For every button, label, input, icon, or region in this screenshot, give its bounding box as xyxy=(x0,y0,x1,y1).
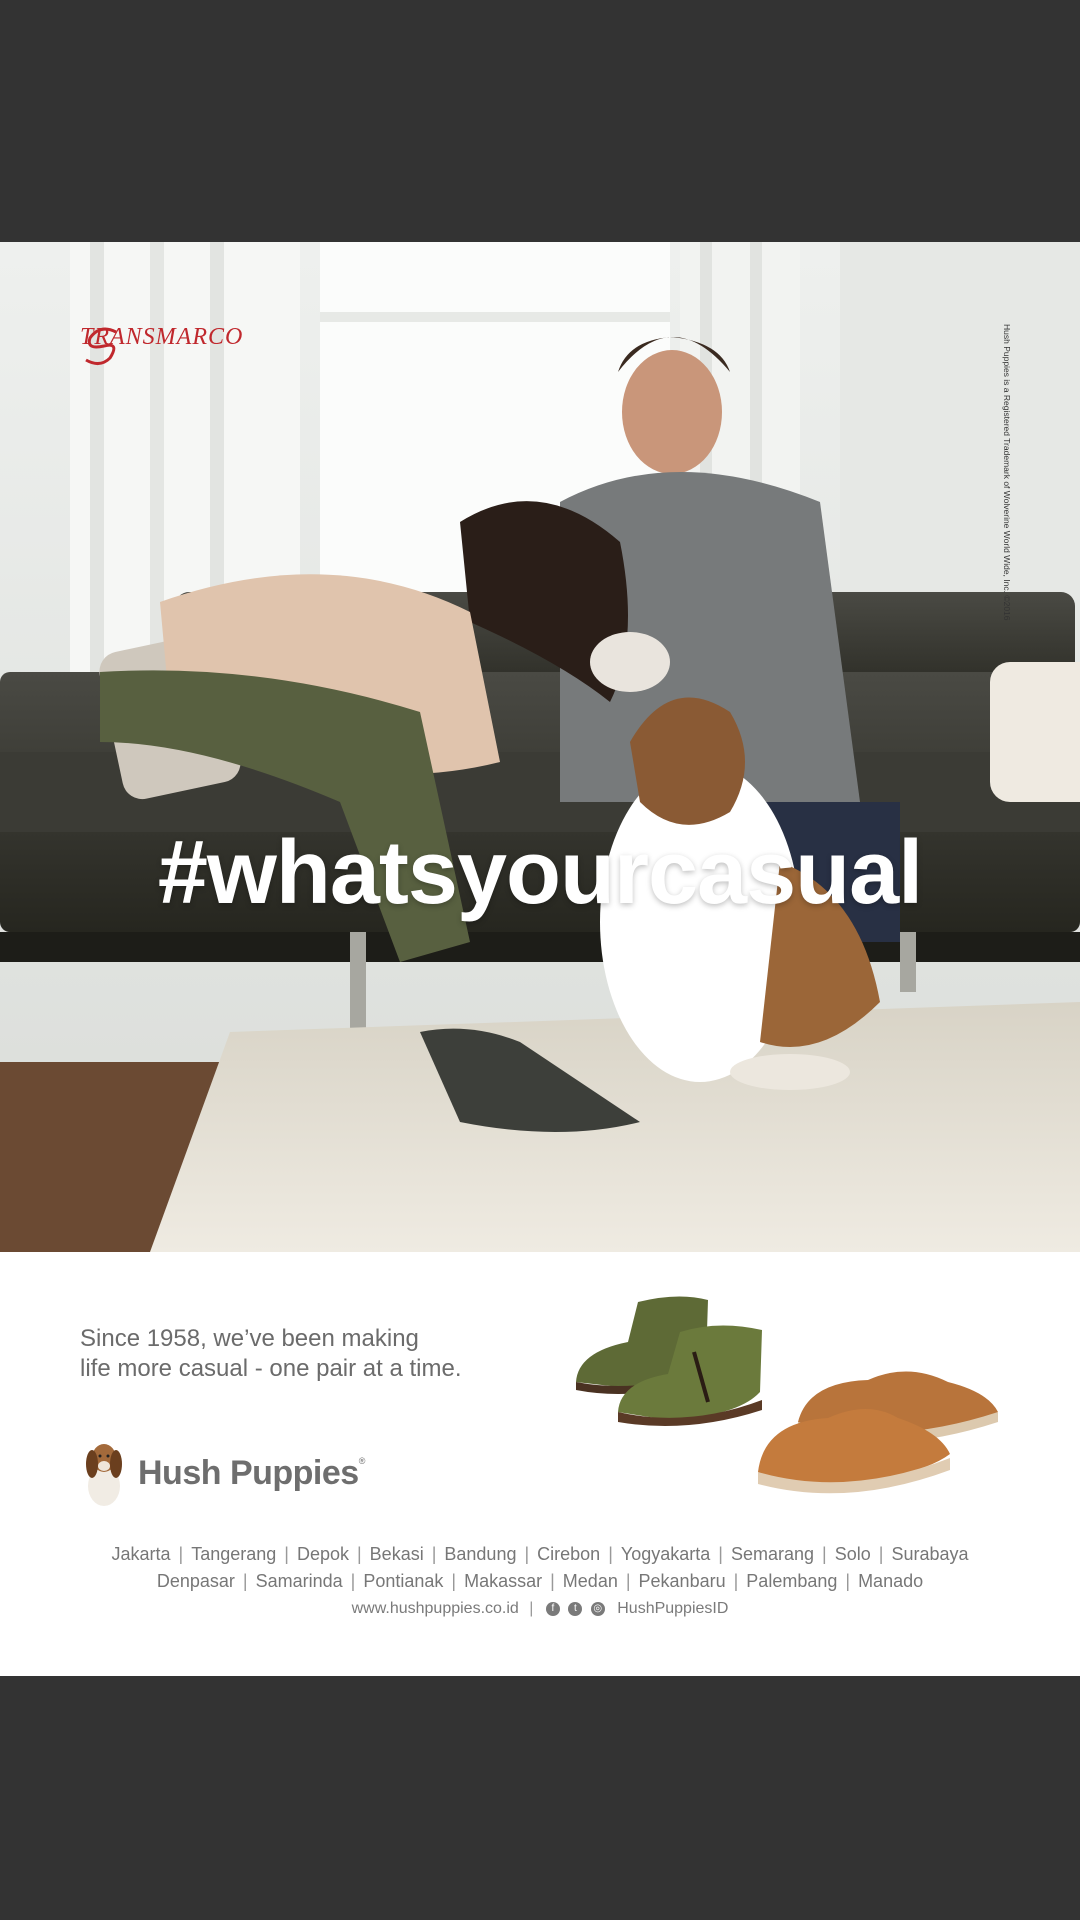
registered-mark: ® xyxy=(358,1456,366,1466)
city-separator: | xyxy=(524,1544,530,1564)
contact-footer: www.hushpuppies.co.id | f t ◎ HushPuppie… xyxy=(351,1600,729,1617)
city-separator: | xyxy=(178,1544,184,1564)
city-name: Bandung xyxy=(444,1544,517,1564)
hush-puppies-logo: Hush Puppies ® xyxy=(80,1438,365,1508)
city-separator: | xyxy=(608,1544,613,1564)
city-name: Semarang xyxy=(730,1544,815,1564)
city-separator: | xyxy=(845,1571,851,1591)
city-name: Tangerang xyxy=(191,1544,277,1564)
city-separator: | xyxy=(878,1544,884,1564)
city-name: Jakarta xyxy=(111,1544,171,1564)
city-separator: | xyxy=(451,1571,457,1591)
transmarco-swoosh-icon xyxy=(85,327,117,365)
instagram-icon[interactable]: ◎ xyxy=(590,1601,605,1616)
city-name: Medan xyxy=(562,1571,618,1591)
city-name: Makassar xyxy=(464,1571,543,1591)
lifestyle-photo: TRANSMARCO Hush Puppies is a Registered … xyxy=(0,242,1080,1252)
city-name: Cirebon xyxy=(537,1544,601,1564)
trademark-notice: Hush Puppies is a Registered Trademark o… xyxy=(1002,324,1012,621)
city-name: Surabaya xyxy=(891,1544,969,1564)
tagline-line-1: Since 1958, we’ve been making xyxy=(80,1325,419,1352)
city-name: Samarinda xyxy=(255,1571,343,1591)
city-name: Yogyakarta xyxy=(620,1544,711,1564)
city-separator: | xyxy=(733,1571,739,1591)
city-separator: | xyxy=(431,1544,437,1564)
city-name: Manado xyxy=(858,1571,924,1591)
city-name: Pekanbaru xyxy=(638,1571,726,1591)
city-name: Denpasar xyxy=(156,1571,235,1591)
city-list-row-2: Denpasar | Samarinda | Pontianak | Makassar | Me… xyxy=(0,1571,1080,1592)
city-name: Palembang xyxy=(746,1571,838,1591)
city-separator: | xyxy=(822,1544,827,1564)
brand-name: Hush Puppies xyxy=(138,1453,359,1492)
city-separator: | xyxy=(356,1544,362,1564)
social-handle: HushPuppiesID xyxy=(617,1600,729,1617)
twitter-icon[interactable]: t xyxy=(568,1601,583,1616)
city-separator: | xyxy=(242,1571,248,1591)
city-separator: | xyxy=(625,1571,631,1591)
city-name: Depok xyxy=(296,1544,349,1564)
city-separator: | xyxy=(350,1571,356,1591)
city-separator: | xyxy=(284,1544,289,1564)
basset-hound-icon xyxy=(86,1444,122,1506)
tagline-line-2: life more casual - one pair at a time. xyxy=(80,1355,462,1382)
city-separator: | xyxy=(550,1571,555,1591)
brand-tagline: Since 1958, we’ve been making life more … xyxy=(80,1324,462,1384)
city-name: Pontianak xyxy=(363,1571,444,1591)
transmarco-logo: TRANSMARCO xyxy=(80,324,243,365)
facebook-icon[interactable]: f xyxy=(545,1601,560,1616)
city-separator: | xyxy=(718,1544,723,1564)
city-name: Bekasi xyxy=(369,1544,424,1564)
city-name: Solo xyxy=(834,1544,871,1564)
campaign-hashtag: #whatsyourcasual xyxy=(157,823,923,923)
city-list-row-1: Jakarta | Tangerang | Depok | Bekasi | Bandung | C… xyxy=(0,1544,1080,1565)
shoes-product-image xyxy=(576,1296,998,1494)
website-link[interactable]: www.hushpuppies.co.id xyxy=(352,1600,519,1617)
advertisement-page: TRANSMARCO Hush Puppies is a Registered … xyxy=(0,242,1080,1676)
